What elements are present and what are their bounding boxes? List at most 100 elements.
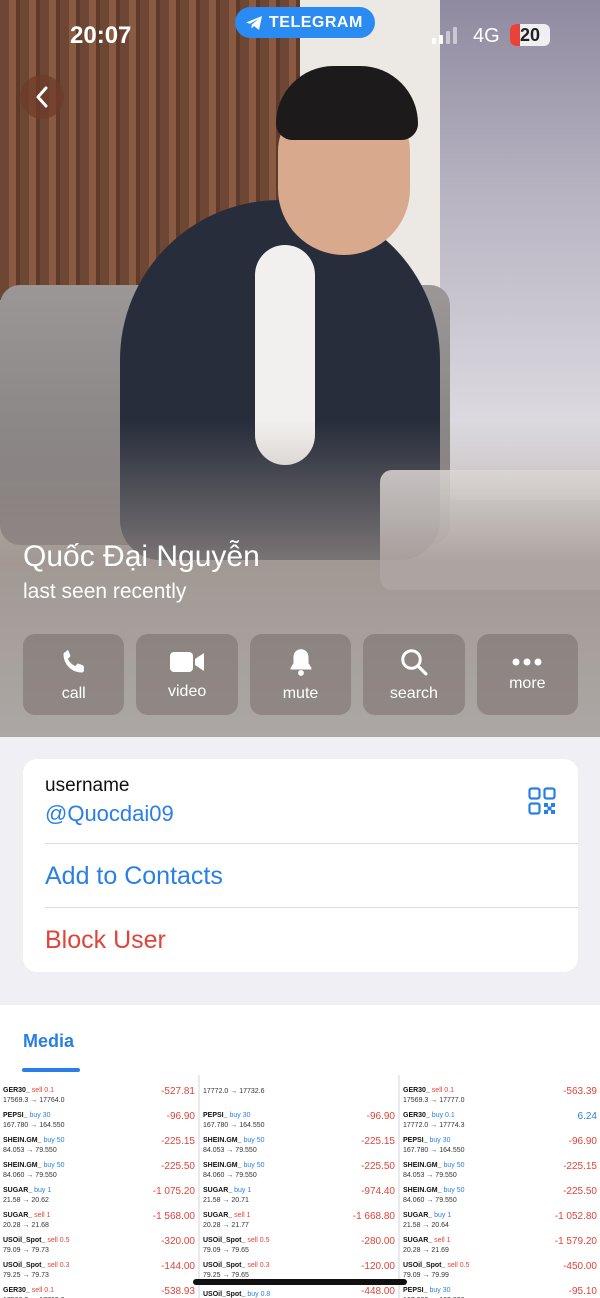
block-user-button[interactable]: Block User (45, 926, 578, 955)
trade-profit: -96.90 (366, 1111, 395, 1122)
trade-symbol: GER30_ (403, 1087, 430, 1094)
search-icon (401, 648, 428, 675)
phone-icon (63, 649, 84, 672)
call-label: call (61, 684, 86, 702)
profile-name: Quốc Đại Nguyễn (23, 540, 260, 573)
media-thumbnail[interactable]: GER30_ sell 0.1 17569.3 → 17764.0 -527.81 P… (0, 1075, 198, 1298)
trade-row: SHEIN.GM_ buy 50 84.060 → 79.550 -225.50 (3, 1154, 195, 1179)
trade-direction: sell 0.3 (45, 1262, 70, 1269)
add-to-contacts-button[interactable]: Add to Contacts (45, 862, 578, 891)
trade-profit: -280.00 (361, 1236, 395, 1247)
trade-direction: buy 30 (227, 1112, 251, 1119)
video-label: video (167, 682, 207, 700)
search-button[interactable]: search (363, 634, 465, 715)
trade-row: SUGAR_ sell 1 20.28 → 21.69 -1 579.20 (403, 1229, 597, 1254)
trade-profit: -225.15 (563, 1161, 597, 1172)
trade-row: SHEIN.GM_ buy 50 84.060 → 79.550 -225.50 (403, 1179, 597, 1204)
trade-row: PEPSI_ buy 30167.000 → 163.830-95.10 (403, 1279, 597, 1298)
trade-direction: sell 0.5 (45, 1237, 70, 1244)
more-button[interactable]: more (476, 634, 579, 715)
chevron-left-icon (36, 86, 48, 108)
qr-code-button[interactable] (528, 787, 556, 820)
trade-row: USOil_Spot_ sell 0.3 79.25 → 79.73 -144.00 (3, 1254, 195, 1279)
trade-profit: -527.81 (161, 1086, 195, 1097)
trade-row: USOil_Spot_ sell 0.5 79.09 → 79.99 -450.00 (403, 1254, 597, 1279)
trade-symbol: SUGAR_ (203, 1187, 233, 1194)
trade-row: GER30_ buy 0.1 17772.0 → 17774.3 6.24 (403, 1104, 597, 1129)
trade-row: PEPSI_ buy 30 167.780 → 164.550 -96.90 (203, 1104, 395, 1129)
telegram-pill-label: TELEGRAM (269, 13, 363, 31)
trade-row: PEPSI_ buy 30 167.780 → 164.550 -96.90 (3, 1104, 195, 1129)
trade-profit: -563.39 (563, 1086, 597, 1097)
trade-direction: buy 0.8 (245, 1290, 271, 1298)
trade-profit: -1 052.80 (554, 1211, 597, 1222)
trade-row: SUGAR_ buy 1 21.58 → 20.62 -1 075.20 (3, 1179, 195, 1204)
trade-row: SHEIN.GM_ buy 50 84.053 → 79.550 -225.15 (3, 1129, 195, 1154)
trade-prices: 17569.3 → 17764.0 (3, 1097, 65, 1104)
mute-button[interactable]: mute (249, 634, 352, 715)
username-label: username (45, 775, 130, 796)
trade-symbol: GER30_ (3, 1287, 30, 1294)
trade-prices: 167.780 → 164.550 (3, 1122, 65, 1129)
trade-prices: 17569.3 → 17777.0 (403, 1097, 465, 1104)
call-button[interactable]: call (23, 634, 125, 715)
tab-media[interactable]: Media (23, 1031, 74, 1052)
trade-prices: 79.09 → 79.99 (403, 1272, 449, 1279)
back-button[interactable] (20, 75, 64, 119)
trade-row: GER30_ sell 0.117569.3 → 17768.0-538.93 (3, 1279, 195, 1298)
trade-direction: buy 1 (432, 1212, 452, 1219)
mute-label: mute (282, 684, 319, 702)
username-value[interactable]: @Quocdai09 (45, 801, 578, 827)
profile-photo[interactable] (0, 0, 600, 737)
trade-prices: 17772.0 → 17732.6 (203, 1088, 265, 1095)
trade-row: SHEIN.GM_ buy 50 84.060 → 79.550 -225.50 (203, 1154, 395, 1179)
trade-profit: -1 668.80 (352, 1211, 395, 1222)
trade-row: SHEIN.GM_ buy 50 84.053 → 79.550 -225.15 (203, 1129, 395, 1154)
network-type: 4G (473, 25, 500, 47)
trade-row: SUGAR_ sell 1 20.28 → 21.77 -1 668.80 (203, 1204, 395, 1229)
trade-symbol: SHEIN.GM_ (203, 1137, 242, 1144)
trade-symbol: USOil_Spot_ (203, 1262, 246, 1269)
trade-prices: 167.780 → 164.550 (403, 1147, 465, 1154)
status-time: 20:07 (70, 22, 132, 49)
trade-row: GER30_ sell 0.1 17569.3 → 17777.0 -563.39 (403, 1079, 597, 1104)
trade-symbol: USOil_Spot_ (3, 1237, 46, 1244)
trade-prices: 84.060 → 79.550 (203, 1172, 257, 1179)
trade-direction: buy 50 (441, 1187, 465, 1194)
trade-row: GER30_ sell 0.1 17569.3 → 17764.0 -527.81 (3, 1079, 195, 1104)
trade-row: SUGAR_ buy 1 21.58 → 20.64 -1 052.80 (403, 1204, 597, 1229)
telegram-plane-icon (246, 15, 262, 30)
trade-profit: -448.00 (361, 1286, 395, 1297)
trade-prices: 84.053 → 79.550 (403, 1172, 457, 1179)
trade-prices: 21.58 → 20.71 (203, 1197, 249, 1204)
video-button[interactable]: video (136, 634, 238, 715)
trade-symbol: SUGAR_ (3, 1187, 33, 1194)
profile-last-seen: last seen recently (23, 580, 187, 603)
trade-symbol: SUGAR_ (403, 1237, 433, 1244)
trade-row: USOil_Spot_ sell 0.3 79.25 → 79.65 -120.00 (203, 1254, 395, 1279)
media-thumbnail[interactable]: GER30_ sell 0.1 17569.3 → 17777.0 -563.39 G… (400, 1075, 600, 1298)
profile-info-card: username @Quocdai09 Add to Contacts Bloc… (23, 759, 578, 972)
trade-prices: 79.25 → 79.73 (3, 1272, 49, 1279)
trade-direction: sell 0.1 (29, 1287, 54, 1294)
trade-prices: 17772.0 → 17774.3 (403, 1122, 465, 1129)
trade-profit: -320.00 (161, 1236, 195, 1247)
trade-direction: buy 50 (441, 1162, 465, 1169)
trade-profit: -1 568.00 (152, 1211, 195, 1222)
trade-profit: -450.00 (563, 1261, 597, 1272)
trade-prices: 21.58 → 20.64 (403, 1222, 449, 1229)
trade-symbol: SUGAR_ (203, 1212, 233, 1219)
trade-row: PEPSI_ buy 30 167.780 → 164.550 -96.90 (403, 1129, 597, 1154)
media-thumbnail[interactable]: 17772.0 → 17732.6 PEPSI_ buy 30 167.780 → … (200, 1075, 398, 1298)
trade-symbol: SHEIN.GM_ (3, 1137, 42, 1144)
trade-symbol: PEPSI_ (3, 1112, 28, 1119)
trade-prices: 84.053 → 79.550 (203, 1147, 257, 1154)
trade-direction: sell 0.5 (245, 1237, 270, 1244)
trade-direction: sell 1 (232, 1212, 251, 1219)
video-camera-icon (170, 651, 205, 672)
trade-direction: sell 0.1 (429, 1087, 454, 1094)
trade-direction: buy 1 (232, 1187, 252, 1194)
divider (45, 843, 578, 844)
trade-direction: buy 0.1 (429, 1112, 455, 1119)
telegram-pill[interactable]: TELEGRAM (235, 7, 375, 38)
